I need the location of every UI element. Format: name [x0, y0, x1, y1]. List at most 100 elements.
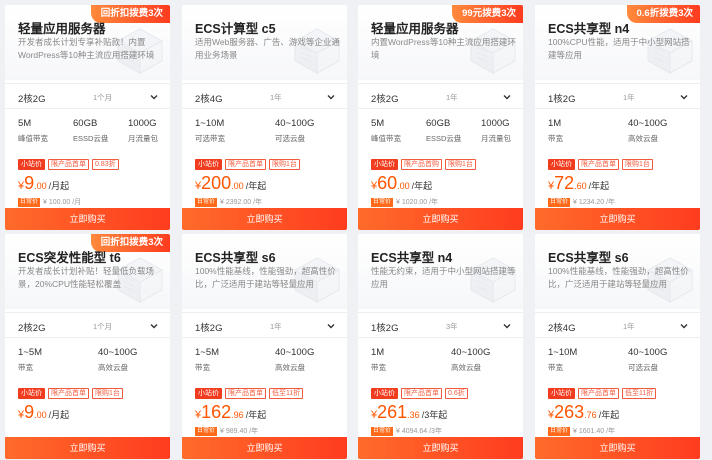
config-selector[interactable]: 2核4G 1年	[535, 312, 700, 338]
tag-list: 小站价 限产品首购 限购1台	[371, 159, 479, 170]
config-selector[interactable]: 2核2G 1个月	[5, 83, 170, 109]
tag-list: 小站价 限产品首单 低至11折	[195, 388, 306, 399]
chevron-down-icon[interactable]	[678, 319, 690, 331]
price-decimal: .96	[231, 410, 244, 420]
promo-tag: 限购1台	[445, 159, 476, 170]
spec-item: 60GB ESSD云盘	[73, 118, 108, 144]
product-title: 轻量应用服务器	[18, 22, 106, 36]
product-title: ECS共享型 s6	[548, 251, 629, 265]
price-unit: /年起	[598, 410, 620, 420]
original-price: 日常价 ¥ 989.40 /年	[195, 427, 258, 436]
spec-item: 40~100G 高效云盘	[451, 347, 490, 373]
promo-badge: 99元拨费3次	[452, 5, 523, 23]
spec-item: 5M 峰值带宽	[18, 118, 48, 144]
price-unit: /月起	[48, 410, 70, 420]
spec-label: 高效云盘	[98, 363, 128, 372]
config-selector[interactable]: 1核2G 1年	[182, 312, 347, 338]
original-price-value: ¥ 1234.20 /年	[573, 199, 616, 206]
promo-tag: 限产品首单	[225, 388, 266, 399]
buy-now-button[interactable]: 立即购买	[535, 208, 700, 230]
tag-list: 小站价 限产品首单 限购1台	[18, 388, 126, 399]
config-selector[interactable]: 2核2G 1年	[358, 83, 523, 109]
buy-now-button[interactable]: 立即购买	[535, 437, 700, 459]
original-price-value: ¥ 1020.00 /年	[396, 199, 439, 206]
spec-label: ESSD云盘	[73, 134, 109, 143]
spec-label: 带宽	[371, 363, 386, 372]
config-selector[interactable]: 1核2G 3年	[358, 312, 523, 338]
promo-tag: 小站价	[18, 159, 45, 170]
product-title: ECS共享型 n4	[548, 22, 630, 36]
tag-list: 小站价 限产品首单 限购1台	[548, 159, 656, 170]
tag-list: 小站价 限产品首单 限购1台	[195, 159, 303, 170]
product-card: ECS共享型 n4 性能无约束，适用于中小型网站搭建等应用 1核2G 3年 1M 带宽 40…	[358, 234, 523, 459]
spec-item: 40~100G 高效云盘	[275, 347, 314, 373]
promo-tag: 0.6折	[445, 388, 468, 399]
buy-now-button[interactable]: 立即购买	[182, 208, 347, 230]
config-value: 2核2G	[18, 94, 46, 105]
promo-tag: 限产品首单	[48, 159, 89, 170]
chevron-down-icon[interactable]	[148, 90, 160, 102]
buy-now-button[interactable]: 立即购买	[358, 437, 523, 459]
spec-value: 1M	[548, 118, 562, 129]
chevron-down-icon[interactable]	[325, 319, 337, 331]
original-price-value: ¥ 989.40 /年	[220, 428, 259, 435]
chevron-down-icon[interactable]	[678, 90, 690, 102]
original-price: 日常价 ¥ 100.00 /月	[18, 198, 81, 207]
spec-item: 40~100G 可选云盘	[275, 118, 314, 144]
product-card: ECS共享型 s6 100%性能基线，性能强劲，超高性价比，广泛适用于建站等轻量应…	[182, 234, 347, 459]
price-decimal: .00	[231, 181, 244, 191]
price-decimal: .36	[407, 410, 420, 420]
tag-list: 小站价 限产品首单 低至11折	[548, 388, 659, 399]
spec-item: 40~100G 高效云盘	[98, 347, 137, 373]
promo-tag: 小站价	[548, 388, 575, 399]
spec-item: 5M 峰值带宽	[371, 118, 401, 144]
spec-label: 可选带宽	[195, 134, 225, 143]
price-unit: /3年起	[421, 410, 448, 420]
promo-tag: 限产品首单	[578, 388, 619, 399]
promo-tag: 限购1台	[92, 388, 123, 399]
price-unit: /年起	[588, 181, 610, 191]
product-card: 回折扣拨费3次 轻量应用服务器 开发者成长计划专享补贴款！内置WordPress等1…	[5, 5, 170, 230]
duration-value: 1年	[623, 93, 635, 102]
chevron-down-icon[interactable]	[325, 90, 337, 102]
spec-label: 带宽	[548, 134, 563, 143]
buy-now-button[interactable]: 立即购买	[358, 208, 523, 230]
promo-tag: 小站价	[195, 159, 222, 170]
promo-tag: 限产品首单	[225, 159, 266, 170]
spec-value: 5M	[18, 118, 32, 129]
promo-tag: 低至11折	[622, 388, 657, 399]
product-description: 100%性能基线，性能强劲，超高性价比，广泛适用于建站等轻量应用	[195, 266, 336, 289]
original-price-label: 日常价	[548, 427, 571, 436]
buy-now-button[interactable]: 立即购买	[5, 208, 170, 230]
config-selector[interactable]: 1核2G 1年	[535, 83, 700, 109]
spec-value: 5M	[371, 118, 385, 129]
spec-value: 60GB	[426, 118, 451, 129]
price-unit: /年起	[245, 410, 267, 420]
buy-now-button[interactable]: 立即购买	[182, 437, 347, 459]
original-price-value: ¥ 4094.64 /3年	[396, 428, 442, 435]
spec-label: 可选云盘	[628, 363, 658, 372]
promo-tag: 限产品首单	[48, 388, 89, 399]
spec-item: 1M 带宽	[371, 347, 386, 373]
product-title: ECS共享型 s6	[195, 251, 276, 265]
product-title: ECS计算型 c5	[195, 22, 276, 36]
spec-value: 40~100G	[628, 118, 668, 129]
price: ¥60.00/年起	[371, 173, 432, 195]
spec-value: 40~100G	[451, 347, 491, 358]
spec-value: 1~10M	[548, 347, 578, 358]
config-selector[interactable]: 2核4G 1年	[182, 83, 347, 109]
tag-list: 小站价 限产品首单 0.83折	[18, 159, 122, 170]
product-card: ECS共享型 s6 100%性能基线，性能强劲，超高性价比，广泛适用于建站等轻量应…	[535, 234, 700, 459]
promo-tag: 限购1台	[269, 159, 300, 170]
chevron-down-icon[interactable]	[501, 319, 513, 331]
chevron-down-icon[interactable]	[501, 90, 513, 102]
chevron-down-icon[interactable]	[148, 319, 160, 331]
buy-now-button[interactable]: 立即购买	[5, 437, 170, 459]
original-price-value: ¥ 1601.40 /年	[573, 428, 616, 435]
spec-label: 月流量包	[128, 134, 158, 143]
product-description: 适用Web服务器、广告、游戏等企业通用业务场景	[195, 37, 340, 60]
spec-label: 月流量包	[481, 134, 511, 143]
price: ¥162.96/年起	[195, 402, 266, 424]
product-description: 开发者成长计划补贴！轻量低负载场景，20%CPU性能轻松覆盖	[18, 266, 155, 289]
config-selector[interactable]: 2核2G 1个月	[5, 312, 170, 338]
